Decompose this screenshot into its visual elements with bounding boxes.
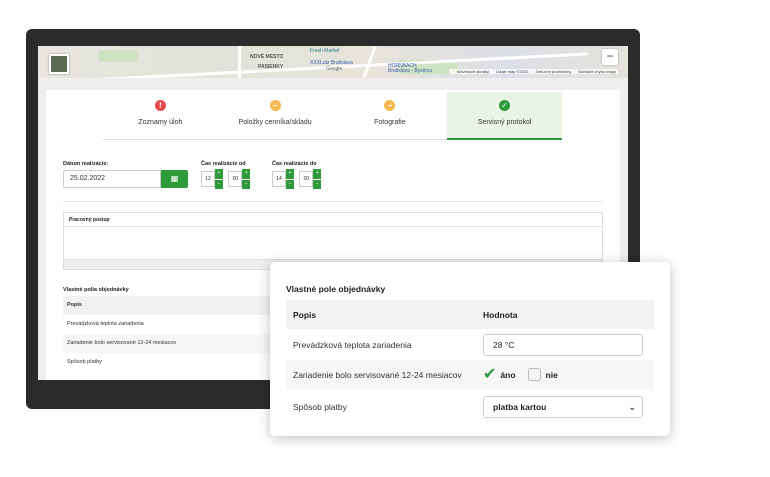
row-value-cell: ✔ áno nie: [483, 367, 654, 383]
popup-table-header: Popis Hodnota: [286, 300, 654, 329]
map-road: [362, 46, 377, 78]
popup-row-serviced: Zariadenie bolo servisované 12-24 mesiac…: [286, 360, 654, 389]
hour-stepper: + −: [286, 169, 294, 189]
yes-label[interactable]: áno: [500, 370, 515, 380]
table-row: Prevádzková teplota zariadenia: [67, 321, 144, 327]
hour-stepper: + −: [215, 169, 223, 189]
header-description: Popis: [293, 309, 317, 320]
tab-photos[interactable]: − Fotografie: [332, 92, 448, 140]
minute-stepper: + −: [242, 169, 251, 189]
minute-stepper: + −: [313, 169, 322, 189]
time-from-minute[interactable]: 00: [228, 171, 243, 187]
divider: [63, 201, 603, 202]
time-to-hour[interactable]: 14: [272, 171, 286, 187]
temperature-input[interactable]: 28 °C: [483, 333, 643, 356]
time-from-picker: 12 + − : 00 + −: [201, 169, 251, 189]
warning-icon: !: [154, 100, 166, 111]
increment-button[interactable]: +: [242, 169, 251, 179]
time-from-label: Čas realizácie od: [201, 161, 246, 167]
map-footer: Klávesové skratky Údaje máp ©2022 Zmluvn…: [448, 69, 618, 74]
popup-title: Vlastné pole objednávky: [286, 284, 386, 294]
table-row: Zariadenie bolo servisované 12-24 mesiac…: [63, 334, 293, 353]
popup-row-temperature: Prevádzková teplota zariadenia 28 °C: [286, 329, 654, 360]
map-footer-shortcuts[interactable]: Klávesové skratky: [457, 69, 489, 74]
map-label-pasienky: PASIENKY: [258, 64, 284, 70]
row-value-cell: platba kartou ⌄: [483, 396, 654, 418]
map-label-hornbach: HORNBACH Bratislava - Bysirica: [388, 63, 432, 74]
table-header: Popis: [63, 296, 293, 315]
map-strip[interactable]: NOVÉ MESTO PASIENKY Fresh Market XXXLutz…: [38, 46, 628, 78]
minus-icon: −: [269, 100, 281, 111]
tab-task-lists[interactable]: ! Zoznamy úloh: [103, 92, 218, 140]
date-input[interactable]: 25.02.2022: [63, 170, 161, 188]
tab-label: Položky cenníka/skladu: [238, 119, 312, 126]
map-park: [98, 50, 138, 62]
row-label: Zariadenie bolo servisované 12-24 mesiac…: [293, 369, 462, 380]
row-value-cell: 28 °C: [483, 333, 654, 356]
row-label: Prevádzková teplota zariadenia: [293, 339, 412, 350]
increment-button[interactable]: +: [286, 169, 294, 179]
map-road: [238, 46, 241, 78]
minus-icon: −: [384, 100, 396, 111]
decrement-button[interactable]: −: [286, 179, 294, 189]
no-checkbox[interactable]: [527, 368, 541, 381]
check-icon: ✓: [499, 100, 511, 111]
map-footer-terms[interactable]: Zmluvné podmienky: [536, 69, 572, 74]
tab-bar: ! Zoznamy úloh − Položky cenníka/skladu …: [103, 92, 562, 140]
tab-label: Zoznamy úloh: [138, 119, 183, 126]
time-to-minute[interactable]: 00: [299, 171, 314, 187]
date-label: Dátum realizácie:: [63, 161, 109, 167]
calendar-icon: ▦: [170, 174, 179, 183]
decrement-button[interactable]: −: [215, 179, 223, 189]
map-footer-report[interactable]: Nahlásiť chybu mapy: [578, 69, 616, 74]
tab-label: Fotografie: [374, 119, 406, 126]
increment-button[interactable]: +: [215, 169, 223, 179]
yes-checkbox[interactable]: ✔: [483, 367, 496, 383]
zoom-out-button[interactable]: −: [602, 49, 618, 65]
custom-field-popup: Vlastné pole objednávky Popis Hodnota Pr…: [270, 262, 670, 436]
popup-row-payment: Spôsob platby platba kartou ⌄: [286, 392, 654, 422]
tab-service-protocol[interactable]: ✓ Servisný protokol: [447, 92, 562, 140]
time-to-label: Čas realizácie do: [272, 161, 317, 167]
map-label-fresh-market: Fresh Market: [310, 48, 340, 54]
decrement-button[interactable]: −: [313, 179, 322, 189]
map-footer-data: Údaje máp ©2022: [496, 69, 529, 74]
payment-select[interactable]: platba kartou ⌄: [483, 396, 643, 418]
calendar-button[interactable]: ▦: [161, 170, 188, 188]
chevron-down-icon: ⌄: [628, 402, 636, 412]
time-from-hour[interactable]: 12: [201, 171, 215, 187]
tab-label: Servisný protokol: [477, 119, 532, 126]
no-label[interactable]: nie: [546, 370, 558, 380]
custom-fields-title: Vlastné polia objednávky: [63, 287, 129, 293]
table-row: Spôsob platby: [67, 359, 102, 365]
map-thumbnail[interactable]: [49, 54, 69, 74]
procedure-title: Pracovný postup: [64, 213, 602, 227]
decrement-button[interactable]: −: [242, 179, 251, 189]
time-to-picker: 14 + − : 00 + −: [272, 169, 322, 189]
custom-fields-table: Popis Prevádzková teplota zariadenia Zar…: [63, 296, 293, 372]
tab-price-list-items[interactable]: − Položky cenníka/skladu: [217, 92, 333, 140]
header-value: Hodnota: [483, 309, 518, 320]
map-label-nove-mesto: NOVÉ MESTO: [250, 54, 284, 60]
payment-select-value: platba kartou: [493, 402, 547, 412]
google-logo: Google: [326, 66, 343, 72]
increment-button[interactable]: +: [313, 169, 322, 179]
row-label: Spôsob platby: [293, 402, 347, 412]
